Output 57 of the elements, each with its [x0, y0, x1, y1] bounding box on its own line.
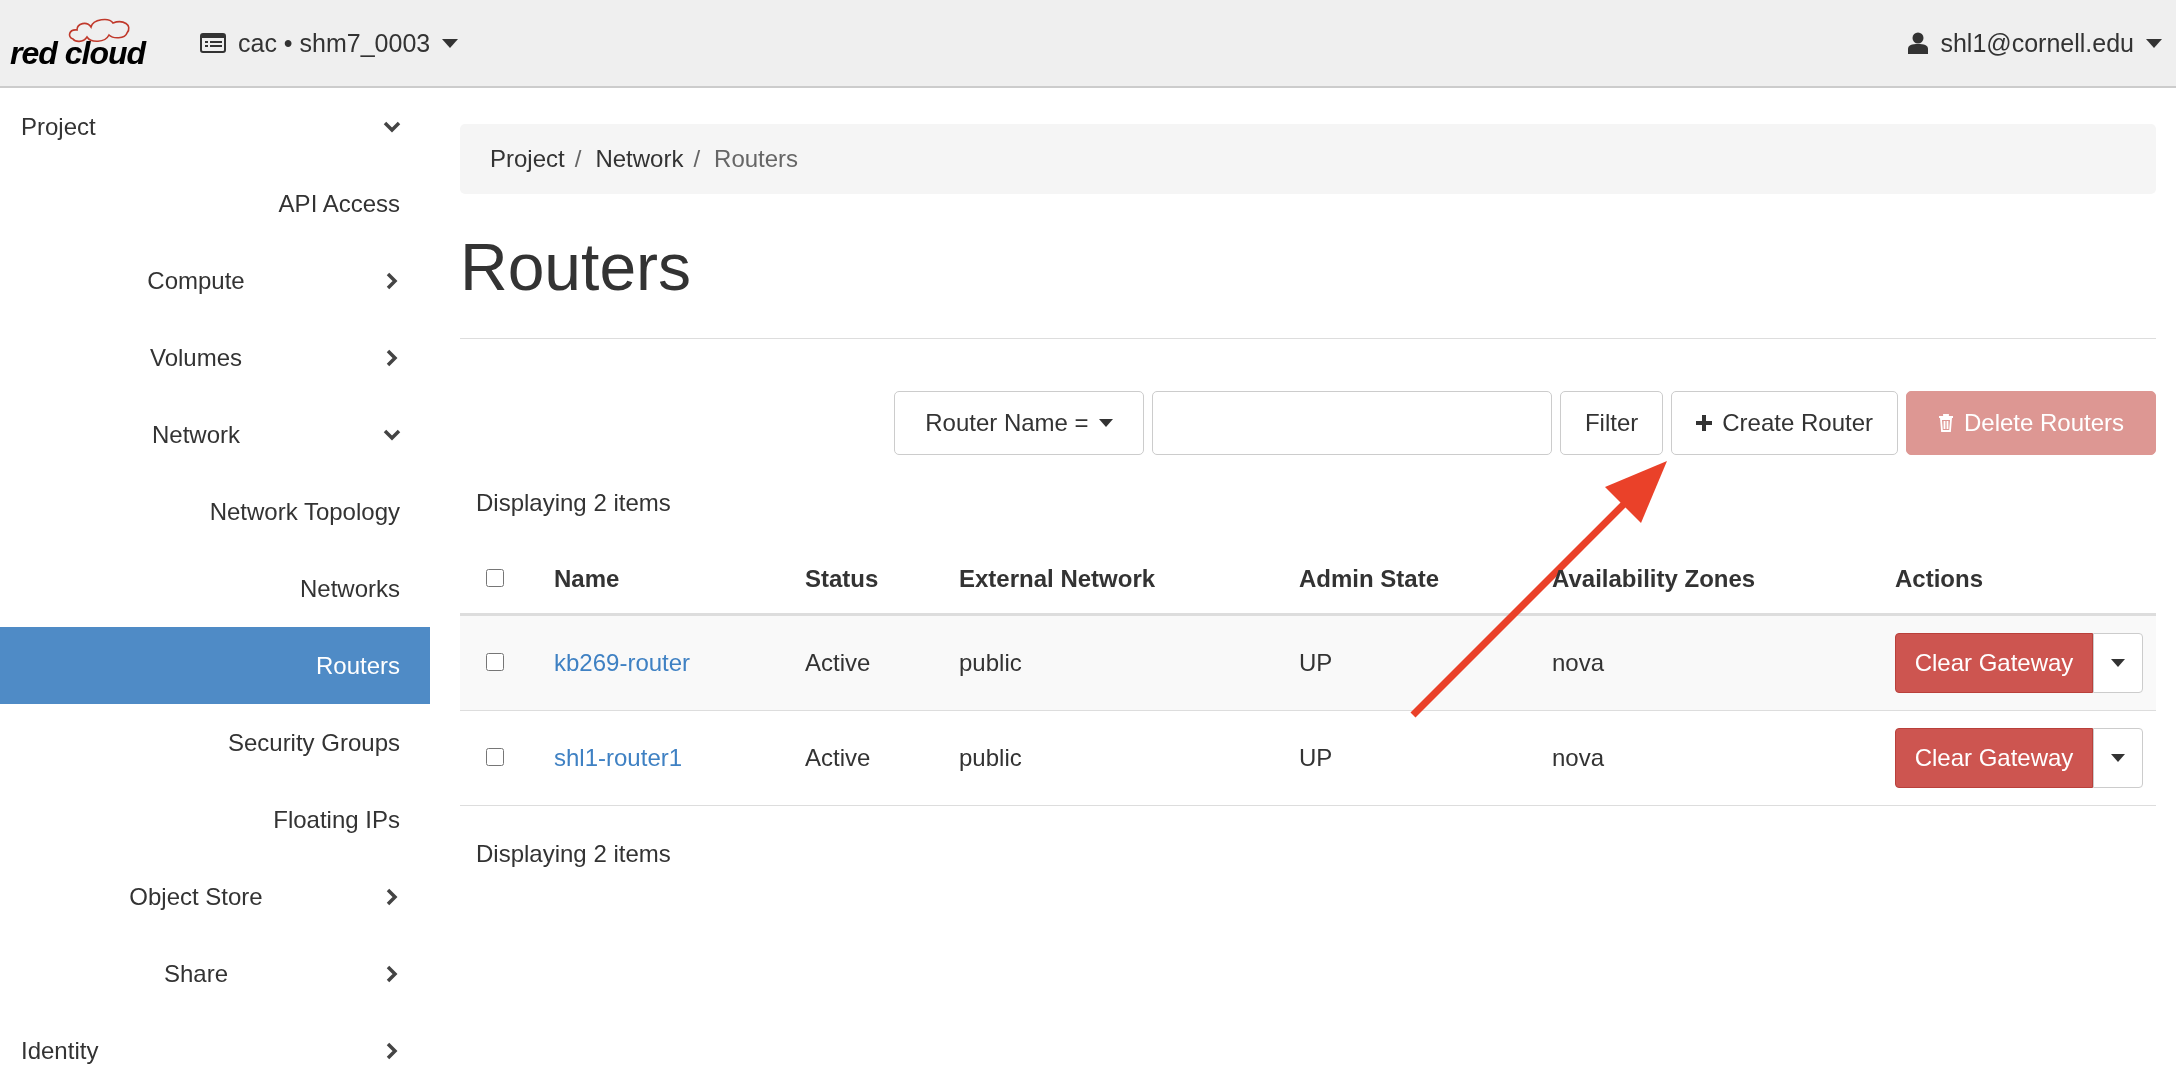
page-title: Routers: [460, 234, 693, 300]
table-cell: nova: [1552, 649, 1605, 676]
trash-icon: [1937, 414, 1954, 432]
row-checkbox[interactable]: [486, 653, 504, 671]
caret-icon: [442, 38, 459, 48]
sidebar-group[interactable]: Share: [0, 935, 430, 1012]
table-cell: Active: [805, 649, 871, 676]
breadcrumb-separator: /: [574, 145, 582, 173]
clear-gateway-button[interactable]: Clear Gateway: [1895, 728, 2093, 788]
sidebar-panel[interactable]: Identity: [0, 1012, 430, 1074]
sidebar-group[interactable]: Object Store: [0, 858, 430, 935]
caret-icon: [1098, 419, 1113, 427]
column-header: Name: [554, 565, 621, 593]
sidebar-link[interactable]: Floating IPs: [0, 781, 430, 858]
router-name-link[interactable]: kb269-router: [554, 649, 691, 676]
item-count: Displaying 2 items: [475, 839, 672, 869]
sidebar-link[interactable]: Network Topology: [0, 473, 430, 550]
sidebar-group[interactable]: Compute: [0, 242, 430, 319]
plus-icon: [1696, 415, 1713, 431]
column-header: Admin State: [1299, 565, 1440, 593]
clear-gateway-button[interactable]: Clear Gateway: [1895, 633, 2093, 693]
router-name-link[interactable]: shl1-router1: [554, 744, 683, 771]
column-header: Availability Zones: [1552, 565, 1757, 593]
filter-button[interactable]: Filter: [1559, 391, 1664, 455]
caret-icon: [2111, 754, 2125, 762]
select-all-checkbox[interactable]: [486, 569, 504, 587]
breadcrumb-link[interactable]: Project: [490, 145, 565, 173]
sidebar-link[interactable]: API Access: [0, 165, 430, 242]
breadcrumb-separator: /: [693, 145, 701, 173]
table-cell: UP: [1299, 649, 1333, 676]
search-field[interactable]: [1151, 391, 1552, 455]
caret-icon: [2111, 659, 2125, 667]
logo-text[interactable]: red cloud: [10, 34, 145, 72]
filter-field-dropdown[interactable]: Router Name =: [893, 391, 1144, 455]
sidebar-link[interactable]: Security Groups: [0, 704, 430, 781]
create-router-button[interactable]: Create Router: [1671, 391, 1898, 455]
sidebar-panel[interactable]: Project: [0, 88, 430, 165]
sidebar-group[interactable]: Network: [0, 396, 430, 473]
caret-icon: [2146, 38, 2162, 48]
table-cell: nova: [1552, 744, 1605, 771]
project-dropdown[interactable]: cac • shm7_0003: [200, 28, 459, 58]
column-header: External Network: [959, 565, 1157, 593]
table-cell: UP: [1299, 744, 1333, 771]
table-cell: Active: [805, 744, 871, 771]
column-header: Actions: [1895, 565, 1984, 593]
sidebar-link[interactable]: Networks: [0, 550, 430, 627]
breadcrumb-link[interactable]: Network: [595, 145, 684, 173]
item-count: Displaying 2 items: [475, 488, 672, 518]
row-checkbox[interactable]: [486, 748, 504, 766]
user-menu[interactable]: shl1@cornell.edu: [1908, 28, 2162, 58]
column-header: Status: [805, 565, 880, 593]
list-icon: [200, 33, 226, 53]
table-cell: public: [959, 744, 1022, 771]
sidebar-link[interactable]: Routers: [0, 627, 430, 704]
sidebar-group[interactable]: Volumes: [0, 319, 430, 396]
user-icon: [1908, 32, 1929, 54]
table-cell: public: [959, 649, 1022, 676]
